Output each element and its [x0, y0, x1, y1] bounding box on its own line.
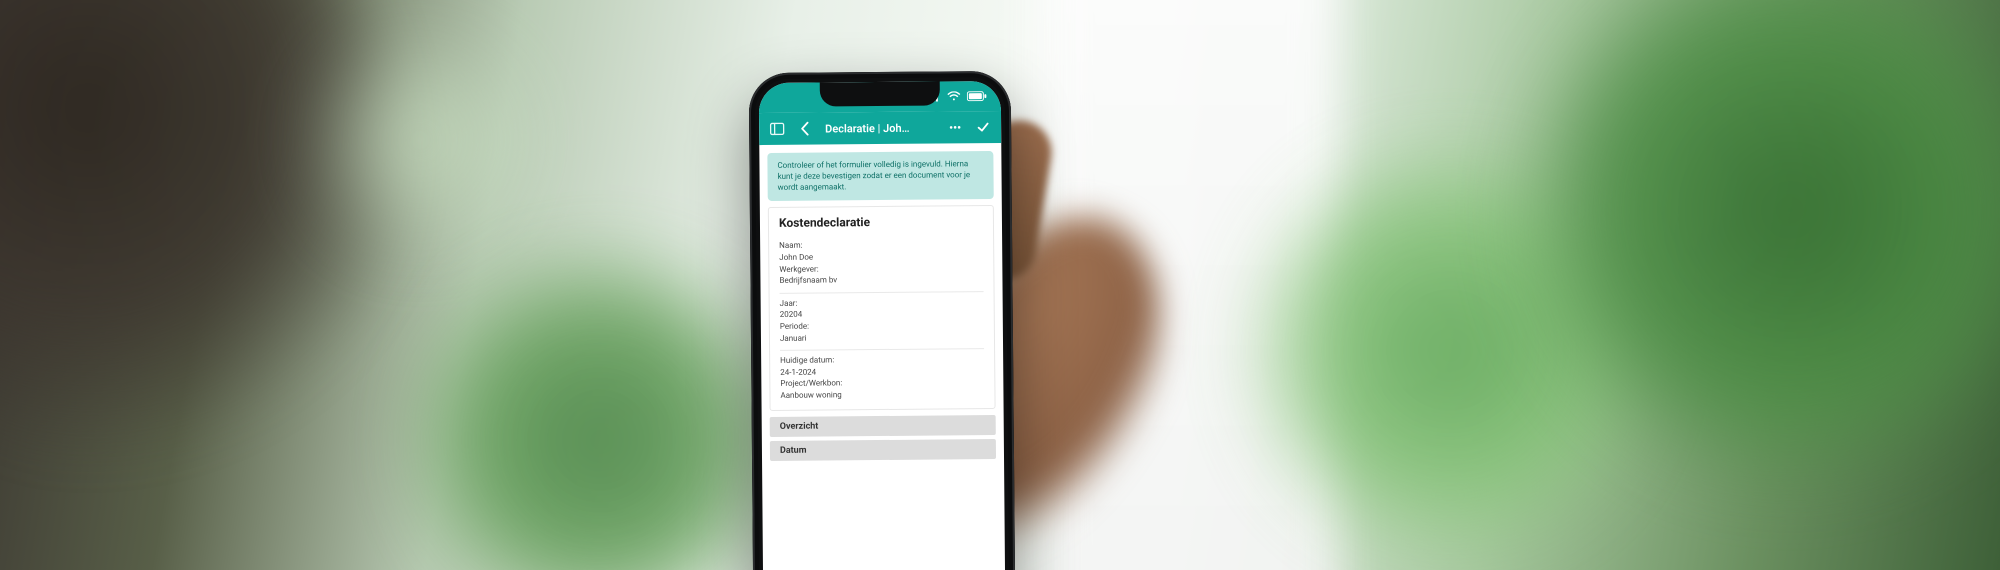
value-project: Aanbouw woning	[780, 388, 984, 401]
form-group-identity: Naam: John Doe Werkgever: Bedrijfsnaam b…	[779, 235, 983, 294]
value-werkgever: Bedrijfsnaam bv	[779, 273, 983, 286]
info-banner: Controleer of het formulier volledig is …	[767, 151, 993, 201]
hero-photo-scene: Declaratie | Joh… Controleer of het form…	[0, 0, 2000, 570]
section-overzicht[interactable]: Overzicht	[770, 415, 996, 437]
wifi-icon	[947, 91, 961, 101]
battery-icon	[967, 91, 987, 101]
section-overzicht-label: Overzicht	[780, 421, 819, 431]
section-datum[interactable]: Datum	[770, 439, 996, 461]
bg-leaf-blur-1	[300, 20, 540, 260]
section-datum-label: Datum	[780, 445, 807, 455]
value-periode: Januari	[780, 331, 984, 344]
app-header: Declaratie | Joh…	[759, 111, 1001, 145]
confirm-button[interactable]	[973, 117, 993, 137]
form-title: Kostendeclaratie	[779, 215, 983, 231]
back-button[interactable]	[795, 119, 815, 139]
info-banner-text: Controleer of het formulier volledig is …	[777, 159, 970, 191]
screen-title: Declaratie | Joh…	[823, 121, 937, 135]
panel-toggle-button[interactable]	[767, 119, 787, 139]
bg-leaf-blur-2	[420, 260, 780, 570]
phone-device-frame: Declaratie | Joh… Controleer of het form…	[749, 71, 1016, 570]
phone-screen: Declaratie | Joh… Controleer of het form…	[759, 81, 1006, 570]
phone-notch	[820, 81, 940, 106]
form-card: Kostendeclaratie Naam: John Doe Werkgeve…	[768, 205, 996, 410]
form-group-project: Huidige datum: 24-1-2024 Project/Werkbon…	[780, 349, 984, 407]
more-options-button[interactable]	[945, 117, 965, 137]
form-group-period: Jaar: 20204 Periode: Januari	[780, 292, 984, 351]
